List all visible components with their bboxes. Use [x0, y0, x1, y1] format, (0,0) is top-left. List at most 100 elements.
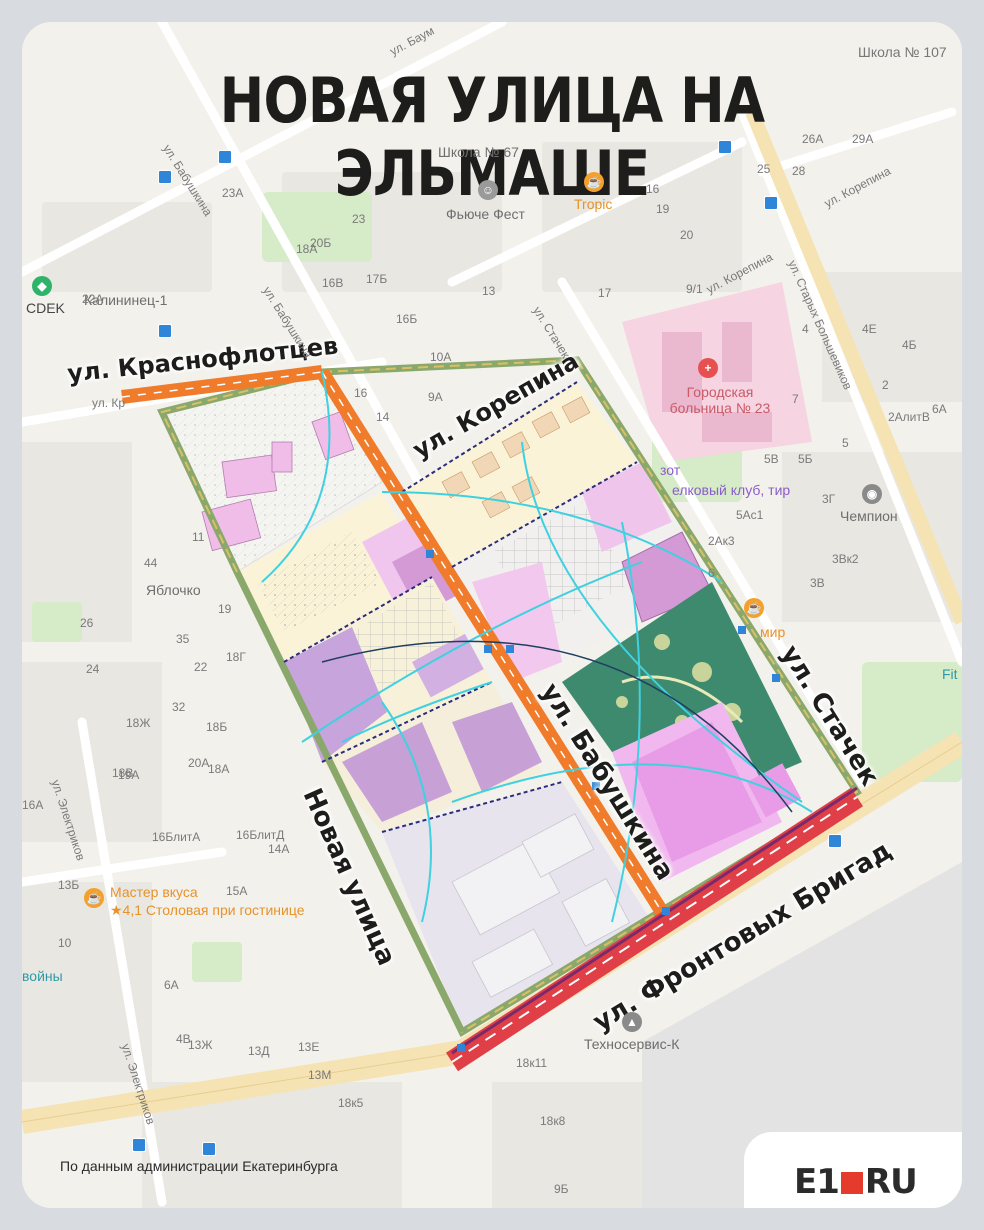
poi-technoservis[interactable]: Техносервис-К [584, 1036, 679, 1052]
house-number: 44 [144, 556, 158, 570]
house-number: 7 [792, 392, 799, 406]
house-number: 2Ак3 [708, 534, 735, 548]
house-number: 10А [430, 350, 452, 364]
poi-hospital[interactable]: Городская больница № 23 [660, 384, 780, 416]
house-number: 16Б [396, 312, 418, 326]
house-number: 17Б [366, 272, 388, 286]
house-number: 26А [802, 132, 824, 146]
poi-school107[interactable]: Школа № 107 [858, 44, 947, 60]
house-number: 16В [322, 276, 344, 290]
house-number: 11 [192, 530, 205, 544]
house-number: 16БлитД [236, 828, 285, 842]
house-number: 2АлитВ [888, 410, 930, 424]
house-number: 18к8 [540, 1114, 566, 1128]
poi-yablochko[interactable]: Яблочко [146, 582, 201, 598]
house-number: 5Б [798, 452, 813, 466]
house-number: 5В [764, 452, 779, 466]
poi-mir[interactable]: мир [760, 624, 785, 640]
house-number: 13М [308, 1068, 332, 1082]
house-number: 13 [482, 284, 496, 298]
bus-stop-icon[interactable] [718, 140, 732, 154]
house-number: 2 [882, 378, 889, 392]
bus-stop-icon[interactable] [158, 324, 172, 338]
poi-shooting[interactable]: елковый клуб, тир [672, 482, 790, 498]
source-note: По данным администрации Екатеринбурга [60, 1158, 338, 1174]
house-number: 10 [58, 936, 72, 950]
sport-icon[interactable]: ◉ [862, 484, 882, 504]
poi-fit[interactable]: Fit [942, 666, 958, 682]
house-number: 13Б [58, 878, 80, 892]
house-number: 13Ж [188, 1038, 213, 1052]
house-number: 3В [810, 576, 825, 590]
poi-cdek[interactable]: CDEK [26, 300, 65, 316]
food-icon[interactable]: ☕ [744, 598, 764, 618]
bus-stop-icon[interactable] [764, 196, 778, 210]
house-number: 14 [376, 410, 390, 424]
house-number: 18А [296, 242, 318, 256]
bus-stop-icon[interactable] [132, 1138, 146, 1152]
house-number: 32 [172, 700, 186, 714]
poi-chempion[interactable]: Чемпион [840, 508, 898, 524]
poi-master[interactable]: Мастер вкуса [110, 884, 198, 900]
house-number: 16А [22, 798, 44, 812]
house-number: 20А [188, 756, 210, 770]
house-number: 9Б [554, 1182, 569, 1196]
house-number: 25 [757, 162, 771, 176]
house-number: 26 [80, 616, 94, 630]
poi-fyuche[interactable]: Фьюче Фест [446, 206, 525, 222]
house-number: 16 [354, 386, 368, 400]
house-number: 18к5 [338, 1096, 364, 1110]
bus-stop-icon[interactable] [202, 1142, 216, 1156]
house-number: 5 [842, 436, 849, 450]
house-number: 6А [932, 402, 947, 416]
house-number: 6 [708, 566, 715, 580]
house-number: 3Г [822, 492, 836, 506]
house-number: 9А [428, 390, 443, 404]
house-number: 13Д [248, 1044, 270, 1058]
house-number: 14А [268, 842, 290, 856]
house-number: 20 [680, 228, 694, 242]
house-number: 22А [82, 292, 104, 306]
bus-stop-icon[interactable] [218, 150, 232, 164]
canteen-icon[interactable]: ☕ [84, 888, 104, 908]
factory-icon[interactable]: ▲ [622, 1012, 642, 1032]
house-number: 19А [118, 768, 140, 782]
poi-voiny[interactable]: войны [22, 968, 63, 984]
house-number: 9/1 [686, 282, 703, 296]
brand-logo[interactable]: E1 RU [794, 1162, 918, 1202]
label-kr-small: ул. Кр [92, 396, 126, 410]
hospital-icon[interactable]: + [698, 358, 718, 378]
house-number: 4 [802, 322, 809, 336]
house-number: 28 [792, 164, 806, 178]
house-number: 4Е [862, 322, 877, 336]
house-number: 16БлитА [152, 830, 201, 844]
house-number: 18к11 [516, 1056, 548, 1070]
house-number: 18Ж [126, 716, 151, 730]
house-number: 35 [176, 632, 190, 646]
house-number: 22 [194, 660, 208, 674]
cafe-icon[interactable]: ☕ [584, 172, 604, 192]
house-number: 3Вк2 [832, 552, 859, 566]
poi-master-sub[interactable]: ★4,1 Столовая при гостинице [110, 902, 305, 919]
house-number: 16 [646, 182, 660, 196]
house-number: 6А [164, 978, 179, 992]
house-number: 17 [598, 286, 612, 300]
poi-tropic[interactable]: Tropic [574, 196, 612, 212]
house-number: 15А [226, 884, 248, 898]
house-number: 5Ас1 [736, 508, 764, 522]
cdek-icon[interactable]: ◆ [32, 276, 52, 296]
map-card: НОВАЯ УЛИЦА НА ЭЛЬМАШЕ ул. Краснофлотцев… [22, 22, 962, 1208]
bus-stop-icon[interactable] [158, 170, 172, 184]
house-number: 19 [656, 202, 670, 216]
brand-block[interactable]: E1 RU [744, 1132, 962, 1208]
event-icon[interactable]: ☺ [478, 180, 498, 200]
house-number: 18Г [226, 650, 246, 664]
bus-stop-icon[interactable] [828, 834, 842, 848]
poi-school67[interactable]: Школа № 67 [438, 144, 519, 160]
house-number: 4Б [902, 338, 917, 352]
house-number: 23А [222, 186, 244, 200]
house-number: 23 [352, 212, 366, 226]
house-number: 19 [218, 602, 232, 616]
poi-zot[interactable]: зот [660, 462, 680, 478]
house-number: 18А [208, 762, 230, 776]
